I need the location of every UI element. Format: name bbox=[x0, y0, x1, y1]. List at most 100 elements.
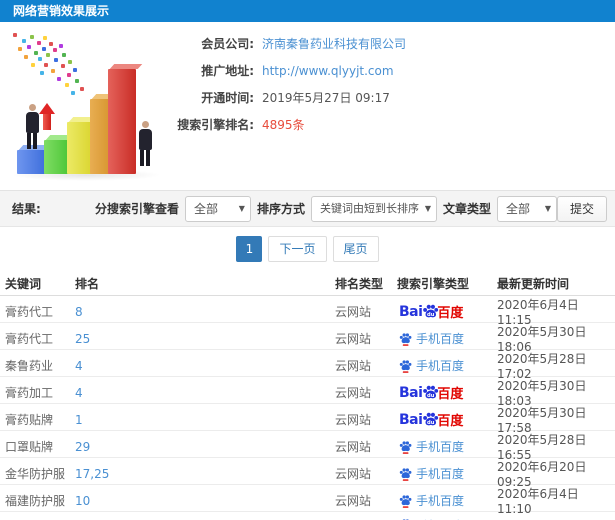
keyword-cell: 秦鲁药业 bbox=[5, 359, 54, 373]
svg-text:du: du bbox=[427, 393, 435, 399]
mobile-baidu-label: 手机百度 bbox=[416, 494, 465, 508]
rank-link[interactable]: 4 bbox=[75, 386, 335, 400]
engine-filter-select[interactable]: 全部 ▼ bbox=[184, 195, 251, 222]
info-field-value[interactable]: http://www.qlyyjt.com bbox=[262, 64, 394, 78]
filter-label: 分搜索引擎查看 bbox=[94, 202, 179, 216]
page-button-last[interactable]: 尾页 bbox=[332, 236, 379, 262]
baidu-paw-icon bbox=[399, 359, 412, 373]
rank-link[interactable]: 4 bbox=[75, 359, 335, 373]
baidu-logo-text: Bai bbox=[399, 411, 423, 428]
info-field-value[interactable]: 济南秦鲁药业科技有限公司 bbox=[262, 35, 406, 52]
table-row: 膏药代工 8 云网站 Bai du 百度 2020年6月4日 11:15 bbox=[0, 296, 615, 327]
filter-selected-value: 关键词由短到长排序 bbox=[319, 201, 419, 215]
baidu-paw-icon bbox=[399, 467, 412, 481]
table-row: 膏药加工 4 云网站 Bai du 百度 2020年5月30日 18:03 bbox=[0, 377, 615, 408]
keyword-cell: 膏药贴牌 bbox=[5, 413, 54, 427]
rank-type-cell: 云网站 bbox=[335, 359, 372, 373]
table-header-cell: 排名 bbox=[75, 276, 100, 291]
table-row: 口罩贴牌 29 云网站 手机百度 2020年5月28日 16:55 bbox=[0, 431, 615, 462]
rank-type-cell: 云网站 bbox=[335, 413, 372, 427]
search-engine-cell: 手机百度 bbox=[397, 357, 497, 374]
baidu-logo-text: Bai bbox=[399, 384, 423, 401]
keyword-cell: 膏药加工 bbox=[5, 386, 54, 400]
article-type-select[interactable]: 全部 ▼ bbox=[496, 195, 557, 222]
search-engine-cell: 手机百度 bbox=[397, 492, 497, 509]
bar-chart-illustration bbox=[5, 27, 175, 182]
rank-link[interactable]: 1 bbox=[75, 413, 335, 427]
chart-bar-red bbox=[108, 69, 136, 174]
chart-bar-blue bbox=[17, 150, 45, 174]
rank-type-cell: 云网站 bbox=[335, 440, 372, 454]
rank-link[interactable]: 17,25 bbox=[75, 467, 335, 481]
results-table: 关键词 排名 排名类型 搜索引擎类型 最新更新时间 膏药代工 8 云网站 Bai du 百度 202… bbox=[0, 271, 615, 520]
rank-type-cell: 云网站 bbox=[335, 332, 372, 346]
table-header-cell: 最新更新时间 bbox=[497, 276, 570, 291]
mobile-baidu-label: 手机百度 bbox=[416, 517, 464, 520]
chevron-down-icon: ▼ bbox=[238, 203, 245, 213]
table-row: 膏药贴牌 1 云网站 Bai du 百度 2020年5月30日 17:58 bbox=[0, 404, 615, 435]
keyword-cell: 福建防护服 bbox=[5, 494, 66, 508]
table-row: 金华防护服 17,25 云网站 手机百度 2020年6月20日 09:25 bbox=[0, 458, 615, 489]
keyword-cell: 膏药代工 bbox=[5, 332, 54, 346]
filter-bar: 结果: 分搜索引擎查看 全部 ▼ 排序方式 关键词由短到长排序 ▼ 文章类型 全部 ▼ 提交 bbox=[0, 190, 615, 227]
chevron-down-icon: ▼ bbox=[544, 203, 551, 213]
rank-type-cell: 云网站 bbox=[335, 467, 372, 481]
baidu-paw-icon bbox=[399, 440, 412, 454]
info-field: 会员公司: 济南秦鲁药业科技有限公司 bbox=[168, 30, 406, 57]
page-button-current[interactable]: 1 bbox=[236, 236, 263, 262]
mobile-baidu-label: 手机百度 bbox=[416, 332, 465, 346]
rank-type-cell: 云网站 bbox=[335, 494, 372, 508]
keyword-cell: 口罩贴牌 bbox=[5, 440, 54, 454]
table-header-cell: 关键词 bbox=[5, 276, 42, 291]
rank-type-cell: 云网站 bbox=[335, 386, 372, 400]
businessman-figure-right bbox=[135, 121, 155, 166]
mobile-baidu-label: 手机百度 bbox=[416, 440, 465, 454]
member-info-fields: 会员公司: 济南秦鲁药业科技有限公司推广地址: http://www.qlyyjt.… bbox=[168, 30, 406, 138]
sort-order-select[interactable]: 关键词由短到长排序 ▼ bbox=[310, 195, 437, 222]
filter-label: 文章类型 bbox=[442, 202, 491, 216]
table-row: 福建防护服 10 云网站 手机百度 2020年6月4日 11:10 bbox=[0, 485, 615, 516]
baidu-logo-cn: 百度 bbox=[437, 414, 464, 429]
filter-selected-value: 全部 bbox=[193, 201, 218, 216]
keyword-cell: 膏药代工 bbox=[5, 305, 54, 319]
search-engine-cell: Bai du 百度 bbox=[397, 383, 497, 403]
table-header-cell: 排名类型 bbox=[335, 276, 384, 291]
pagination: 1 下一页 尾页 bbox=[0, 227, 615, 271]
search-engine-cell: Bai du 百度 bbox=[397, 302, 497, 322]
search-engine-cell: 手机百度 bbox=[397, 438, 497, 455]
result-label: 结果: bbox=[12, 202, 41, 216]
baidu-logo-cn: 百度 bbox=[437, 306, 464, 321]
baidu-paw-icon bbox=[399, 494, 412, 508]
keyword-cell: 金华防护服 bbox=[5, 467, 66, 481]
svg-text:du: du bbox=[427, 420, 435, 426]
filter-controls: 分搜索引擎查看 全部 ▼ 排序方式 关键词由短到长排序 ▼ 文章类型 全部 ▼ bbox=[94, 195, 557, 222]
rank-link[interactable]: 29 bbox=[75, 440, 335, 454]
confetti-dots bbox=[13, 33, 17, 37]
rank-link[interactable]: 8 bbox=[75, 305, 335, 319]
info-field: 推广地址: http://www.qlyyjt.com bbox=[168, 57, 406, 84]
member-info-section: 会员公司: 济南秦鲁药业科技有限公司推广地址: http://www.qlyyjt.… bbox=[0, 22, 615, 190]
table-header-cell: 搜索引擎类型 bbox=[397, 276, 470, 291]
page-title: 网络营销效果展示 bbox=[13, 4, 110, 18]
page-button-next[interactable]: 下一页 bbox=[268, 236, 327, 262]
info-field: 搜索引擎排名: 4895条 bbox=[168, 111, 406, 138]
filter-label: 排序方式 bbox=[256, 202, 305, 216]
page-header: 网络营销效果展示 bbox=[0, 0, 615, 22]
search-engine-cell: 手机百度 bbox=[397, 465, 497, 482]
baidu-logo-cn: 百度 bbox=[437, 387, 464, 402]
baidu-paw-icon bbox=[399, 332, 412, 346]
mobile-baidu-label: 手机百度 bbox=[416, 359, 465, 373]
search-engine-cell: Bai du 百度 bbox=[397, 410, 497, 430]
info-field-value: 2019年5月27日 09:17 bbox=[262, 91, 390, 105]
table-row: 秦鲁药业 4 云网站 手机百度 2020年5月28日 17:02 bbox=[0, 350, 615, 381]
svg-text:du: du bbox=[427, 312, 435, 318]
submit-button[interactable]: 提交 bbox=[556, 195, 607, 222]
info-field-value: 4895条 bbox=[262, 118, 305, 132]
chevron-down-icon: ▼ bbox=[424, 203, 431, 213]
page: 网络营销效果展示 会员公司: 济南秦鲁药业科技有限公司推广地址: http://ww… bbox=[0, 0, 615, 520]
info-field-label: 会员公司: bbox=[201, 37, 254, 51]
rank-link[interactable]: 10 bbox=[75, 494, 335, 508]
rank-link[interactable]: 25 bbox=[75, 332, 335, 346]
update-time-cell: 2020年6月4日 11:10 bbox=[497, 487, 579, 516]
table-header-row: 关键词 排名 排名类型 搜索引擎类型 最新更新时间 bbox=[0, 271, 615, 296]
